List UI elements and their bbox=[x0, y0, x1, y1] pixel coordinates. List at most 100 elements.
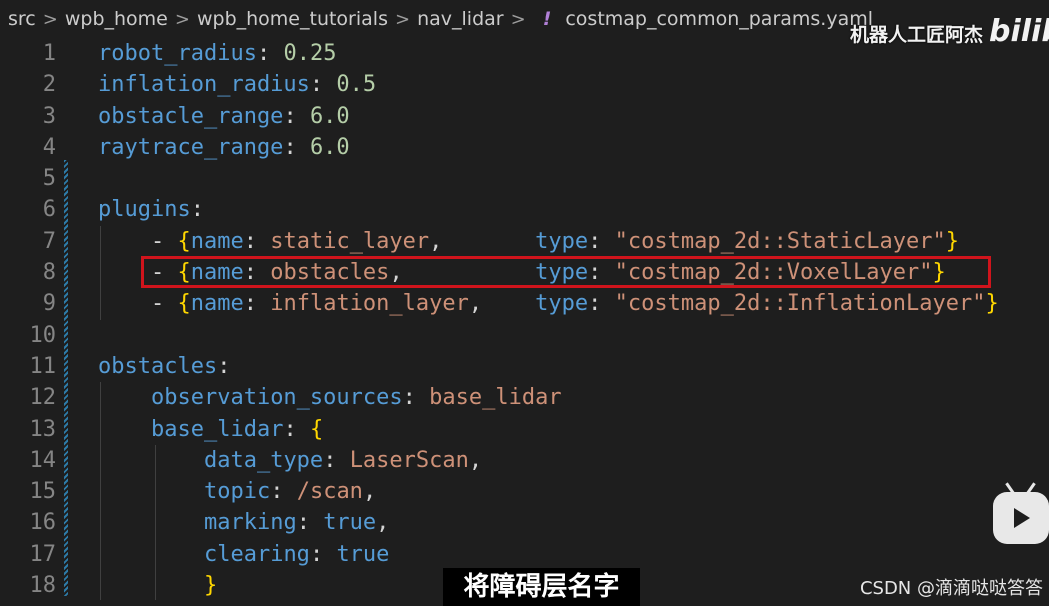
code-text: plugins: bbox=[98, 194, 204, 225]
code-line[interactable]: 10 bbox=[0, 320, 1049, 351]
breadcrumb-file[interactable]: costmap_common_params.yaml bbox=[565, 8, 873, 30]
code-token: } bbox=[203, 573, 218, 599]
code-line[interactable]: 13 base_lidar: { bbox=[0, 414, 1049, 445]
code-text: base_lidar: { bbox=[98, 414, 323, 445]
line-number: 14 bbox=[29, 447, 57, 473]
code-line[interactable]: 1 robot_radius: 0.25 bbox=[0, 38, 1049, 69]
line-number: 17 bbox=[29, 541, 57, 567]
code-token: /scan bbox=[296, 479, 363, 505]
line-number: 3 bbox=[42, 103, 56, 129]
code-token: clearing bbox=[203, 541, 310, 567]
code-text: raytrace_range: 6.0 bbox=[98, 132, 350, 163]
code-token: marking bbox=[203, 510, 297, 536]
code-token: , bbox=[468, 447, 483, 473]
code-token: : bbox=[402, 385, 430, 411]
code-token: : bbox=[217, 353, 231, 379]
code-token: type bbox=[535, 228, 589, 254]
chevron-right-icon: > bbox=[174, 8, 190, 30]
code-token: } bbox=[985, 291, 999, 317]
code-text: marking: true, bbox=[98, 507, 389, 538]
code-token: inflation_layer bbox=[270, 291, 469, 317]
code-line[interactable]: 15 topic: /scan, bbox=[0, 476, 1049, 507]
breadcrumb-item-wpb-home-tutorials[interactable]: wpb_home_tutorials bbox=[197, 8, 388, 30]
code-token: : bbox=[323, 447, 350, 473]
code-token: { bbox=[309, 416, 324, 442]
chevron-right-icon: > bbox=[42, 8, 58, 30]
code-line[interactable]: 4 raytrace_range: 6.0 bbox=[0, 132, 1049, 163]
code-token: : bbox=[190, 197, 204, 223]
code-token: - bbox=[98, 228, 178, 254]
code-token: : bbox=[243, 291, 271, 317]
breadcrumb-item-wpb-home[interactable]: wpb_home bbox=[65, 8, 168, 30]
code-token: , bbox=[468, 291, 536, 317]
code-token: name bbox=[190, 228, 244, 254]
video-subtitle: 将障碍层名字 bbox=[443, 568, 640, 606]
code-token: : bbox=[588, 228, 615, 254]
code-token: 0.25 bbox=[283, 41, 337, 66]
code-token: true bbox=[323, 510, 377, 536]
line-number: 6 bbox=[42, 197, 56, 223]
code-token: name bbox=[190, 291, 244, 317]
code-token: inflation_radius bbox=[98, 72, 310, 98]
code-line[interactable]: 6 plugins: bbox=[0, 194, 1049, 225]
code-token: static_layer bbox=[270, 228, 430, 254]
chevron-right-icon: > bbox=[394, 8, 411, 30]
line-number: 15 bbox=[29, 479, 57, 505]
code-text: } bbox=[98, 570, 217, 601]
code-line[interactable]: 2 inflation_radius: 0.5 bbox=[0, 69, 1049, 100]
yaml-file-icon: ! bbox=[542, 8, 552, 30]
code-line[interactable]: 9 - {name: inflation_layer, type: "costm… bbox=[0, 288, 1049, 319]
code-token: observation_sources bbox=[150, 385, 403, 411]
code-token: { bbox=[177, 228, 191, 254]
code-line[interactable]: 3 obstacle_range: 6.0 bbox=[0, 101, 1049, 132]
code-line[interactable]: 16 marking: true, bbox=[0, 507, 1049, 538]
code-token: , bbox=[429, 228, 536, 254]
line-number: 7 bbox=[42, 228, 56, 254]
line-number: 10 bbox=[29, 322, 57, 348]
line-number: 8 bbox=[42, 260, 56, 286]
code-token: 6.0 bbox=[309, 134, 350, 160]
breadcrumb-item-src[interactable]: src bbox=[8, 8, 36, 30]
code-token: : bbox=[283, 416, 310, 442]
breadcrumb-item-nav-lidar[interactable]: nav_lidar bbox=[417, 8, 504, 30]
highlight-box-line-8 bbox=[141, 256, 991, 288]
code-token: : bbox=[588, 291, 615, 317]
play-button[interactable] bbox=[993, 492, 1049, 544]
code-line[interactable]: 14 data_type: LaserScan, bbox=[0, 445, 1049, 476]
code-token: obstacle_range bbox=[98, 103, 284, 129]
code-token: raytrace_range bbox=[98, 134, 284, 160]
code-line[interactable]: 5 bbox=[0, 163, 1049, 194]
code-line[interactable]: 17 clearing: true bbox=[0, 539, 1049, 570]
code-text: robot_radius: 0.25 bbox=[98, 38, 336, 69]
code-token: obstacles bbox=[98, 353, 218, 379]
indent-guide bbox=[100, 382, 101, 600]
code-text: obstacles: bbox=[98, 351, 230, 382]
code-token: : bbox=[283, 134, 310, 160]
code-text: clearing: true bbox=[98, 539, 389, 570]
code-token: LaserScan bbox=[349, 447, 469, 473]
code-token: "costmap_2d::StaticLayer" bbox=[614, 228, 946, 254]
code-editor[interactable]: 1 robot_radius: 0.25 2 inflation_radius: 0.… bbox=[0, 38, 1049, 601]
code-text: observation_sources: base_lidar bbox=[98, 382, 562, 413]
code-token: topic bbox=[203, 479, 271, 505]
code-token: , bbox=[362, 479, 377, 505]
code-token: { bbox=[177, 291, 191, 317]
code-token: : bbox=[309, 72, 337, 98]
code-token: : bbox=[243, 228, 271, 254]
code-token: plugins bbox=[98, 197, 191, 223]
code-text: topic: /scan, bbox=[98, 476, 376, 507]
code-token: true bbox=[336, 541, 390, 567]
code-line[interactable]: 7 - {name: static_layer, type: "costmap_… bbox=[0, 226, 1049, 257]
code-token: data_type bbox=[203, 447, 324, 473]
line-number: 18 bbox=[29, 573, 57, 599]
code-line[interactable]: 11 obstacles: bbox=[0, 351, 1049, 382]
code-token: 6.0 bbox=[309, 103, 350, 129]
code-line[interactable]: 12 observation_sources: base_lidar bbox=[0, 382, 1049, 413]
